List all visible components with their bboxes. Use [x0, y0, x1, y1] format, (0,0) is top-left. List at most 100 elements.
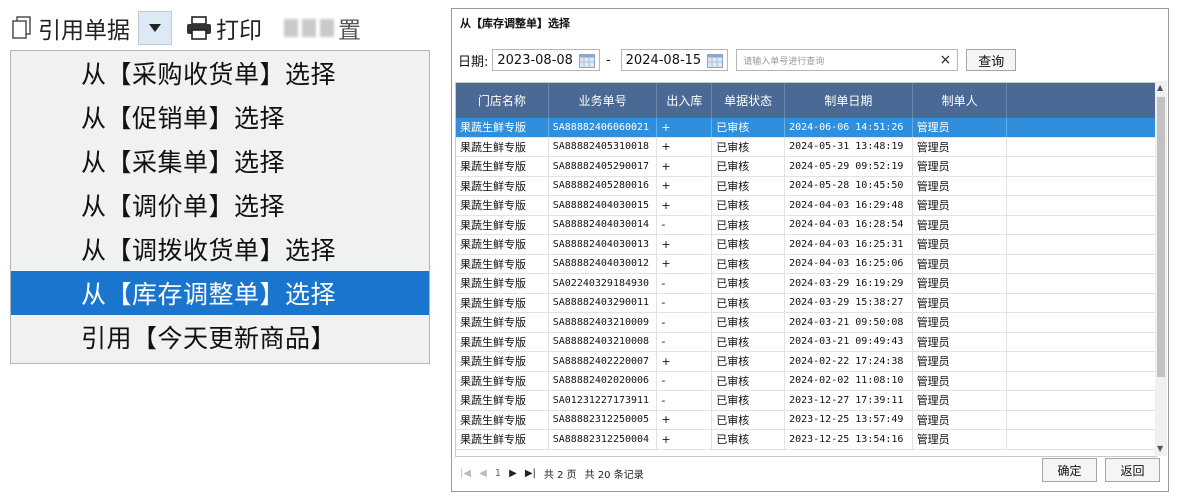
date-separator: - — [605, 52, 611, 68]
table-cell: SA88882404030015 — [549, 196, 658, 215]
menu-item-purchase-receipt[interactable]: 从【采购收货单】选择 — [11, 51, 429, 95]
dialog-title: 从【库存调整单】选择 — [460, 17, 570, 30]
table-cell: 2024-03-29 15:38:27 — [785, 293, 913, 312]
date-from-input[interactable]: 2023-08-08 — [492, 49, 600, 71]
table-row[interactable]: 果蔬生鲜专版 SA88882312250004 + 已审核 2023-12-25 13:… — [456, 430, 1156, 450]
table-cell: 已审核 — [712, 176, 786, 195]
print-button[interactable]: 打印 — [186, 11, 262, 45]
prev-page-button[interactable]: ◀ — [479, 468, 487, 479]
table-cell: + — [657, 235, 713, 254]
blurred-tail-text: 置 — [338, 18, 361, 44]
reference-label: 引用单据 — [38, 18, 130, 44]
scroll-down-icon[interactable]: ▼ — [1157, 445, 1165, 453]
select-dialog: 从【库存调整单】选择 日期: 2023-08-08 - 2024-08-15 请… — [451, 8, 1169, 492]
menu-item-promotion[interactable]: 从【促销单】选择 — [11, 95, 429, 139]
table-row[interactable]: 果蔬生鲜专版 SA88882405310018 + 已审核 2024-05-31 13:… — [456, 137, 1156, 157]
table-cell: 已审核 — [712, 293, 786, 312]
next-page-button[interactable]: ▶ — [509, 468, 517, 479]
table-cell: 2024-05-28 10:45:50 — [785, 176, 913, 195]
table-cell: 管理员 — [913, 254, 1008, 273]
menu-item-today-updated-goods[interactable]: 引用【今天更新商品】 — [11, 315, 429, 359]
table-cell: + — [657, 196, 713, 215]
table-row[interactable]: 果蔬生鲜专版 SA88882404030013 + 已审核 2024-04-03 16:… — [456, 235, 1156, 255]
table-cell: 已审核 — [712, 215, 786, 234]
clear-icon[interactable]: × — [939, 52, 951, 68]
document-copy-icon — [12, 16, 31, 39]
table-cell: 2024-05-29 09:52:19 — [785, 157, 913, 176]
table-row[interactable]: 果蔬生鲜专版 SA88882406060021 + 已审核 2024-06-06 14:… — [456, 118, 1156, 138]
table-cell: 已审核 — [712, 352, 786, 371]
table-cell: 管理员 — [913, 352, 1008, 371]
table-cell: + — [657, 137, 713, 156]
table-row[interactable]: 果蔬生鲜专版 SA88882404030015 + 已审核 2024-04-03 16:… — [456, 196, 1156, 216]
table-row[interactable]: 果蔬生鲜专版 SA88882405290017 + 已审核 2024-05-29 09:… — [456, 157, 1156, 177]
table-cell-empty — [1007, 254, 1156, 273]
table-cell: 果蔬生鲜专版 — [456, 293, 549, 312]
first-page-button[interactable]: |◀ — [460, 468, 471, 479]
table-row[interactable]: 果蔬生鲜专版 SA88882405280016 + 已审核 2024-05-28 10:… — [456, 176, 1156, 196]
back-button[interactable]: 返回 — [1105, 458, 1160, 482]
table-cell: 已审核 — [712, 332, 786, 351]
ok-button[interactable]: 确定 — [1042, 458, 1097, 482]
column-header[interactable]: 出入库 — [657, 83, 713, 118]
table-cell: 2023-12-27 17:39:11 — [785, 391, 913, 410]
order-search-input[interactable]: 请输入单号进行查询 × — [736, 49, 959, 71]
table-row[interactable]: 果蔬生鲜专版 SA88882404030014- 已审核 2024-04-03 16:… — [456, 215, 1156, 235]
toolbar: 引用单据 打印 置 — [8, 6, 438, 50]
menu-item-stock-adjustment[interactable]: 从【库存调整单】选择 — [11, 271, 429, 315]
date-to-input[interactable]: 2024-08-15 — [620, 49, 729, 71]
column-header[interactable]: 业务单号 — [549, 83, 658, 118]
table-row[interactable]: 果蔬生鲜专版 SA88882403210008- 已审核 2024-03-21 09:… — [456, 332, 1156, 352]
dropdown-toggle[interactable] — [138, 11, 172, 45]
table-cell: 已审核 — [712, 371, 786, 390]
table-cell: 2024-03-21 09:49:43 — [785, 332, 913, 351]
menu-item-collection[interactable]: 从【采集单】选择 — [11, 139, 429, 183]
column-header[interactable]: 门店名称 — [456, 83, 549, 118]
table-cell: SA88882404030013 — [549, 235, 658, 254]
table-cell: SA02240329184930 — [549, 274, 658, 293]
table-cell: 已审核 — [712, 410, 786, 429]
query-button[interactable]: 查询 — [966, 49, 1017, 71]
table-cell: 管理员 — [913, 293, 1008, 312]
table-cell: 2024-02-02 11:08:10 — [785, 371, 913, 390]
table-cell: 果蔬生鲜专版 — [456, 332, 549, 351]
table-cell: 2024-03-21 09:50:08 — [785, 313, 913, 332]
table-cell: 果蔬生鲜专版 — [456, 235, 549, 254]
table-row[interactable]: 果蔬生鲜专版 SA88882402220007 + 已审核 2024-02-22 17:… — [456, 352, 1156, 372]
calendar-icon[interactable] — [707, 53, 724, 68]
table-row[interactable]: 果蔬生鲜专版 SA88882403210009- 已审核 2024-03-21 09:… — [456, 313, 1156, 333]
table-cell: 2024-06-06 14:51:26 — [785, 118, 913, 137]
menu-item-transfer-receipt[interactable]: 从【调拨收货单】选择 — [11, 227, 429, 271]
table-cell: 管理员 — [913, 391, 1008, 410]
table-cell: + — [657, 118, 713, 137]
column-header[interactable]: 制单人 — [913, 83, 1008, 118]
column-header[interactable]: 单据状态 — [712, 83, 786, 118]
table-cell: + — [657, 157, 713, 176]
date-label: 日期: — [458, 54, 489, 70]
column-header — [1007, 83, 1156, 118]
menu-item-price-adjustment[interactable]: 从【调价单】选择 — [11, 183, 429, 227]
table-row[interactable]: 果蔬生鲜专版 SA88882404030012 + 已审核 2024-04-03 16:… — [456, 254, 1156, 274]
date-from-value: 2023-08-08 — [497, 52, 573, 68]
scrollbar-thumb[interactable] — [1157, 97, 1165, 377]
last-page-button[interactable]: ▶| — [525, 468, 536, 479]
table-body: 果蔬生鲜专版 SA88882406060021 + 已审核 2024-06-06 14:… — [456, 118, 1156, 450]
table-row[interactable]: 果蔬生鲜专版 SA88882402020006- 已审核 2024-02-02 11:… — [456, 371, 1156, 391]
table-cell-empty — [1007, 313, 1156, 332]
table-row[interactable]: 果蔬生鲜专版 SA02240329184930- 已审核 2024-03-29 16:… — [456, 274, 1156, 294]
table-row[interactable]: 果蔬生鲜专版 SA01231227173911- 已审核 2023-12-27 17:… — [456, 391, 1156, 411]
table-cell: SA88882403290011 — [549, 293, 658, 312]
table-cell: 2023-12-25 13:57:49 — [785, 410, 913, 429]
current-page: 1 — [494, 467, 502, 479]
table-row[interactable]: 果蔬生鲜专版 SA88882312250005 + 已审核 2023-12-25 13:… — [456, 410, 1156, 430]
document-table: 门店名称 业务单号 出入库 单据状态 制单日期 制单人 果蔬生鲜专版 SA8888… — [455, 82, 1157, 457]
table-cell: SA88882405280016 — [549, 176, 658, 195]
table-cell-empty — [1007, 430, 1156, 449]
table-row[interactable]: 果蔬生鲜专版 SA88882403290011- 已审核 2024-03-29 15:… — [456, 293, 1156, 313]
scroll-up-icon[interactable]: ▲ — [1157, 84, 1165, 92]
column-header[interactable]: 制单日期 — [785, 83, 913, 118]
table-cell: 管理员 — [913, 118, 1008, 137]
table-scrollbar[interactable]: ▲ ▼ — [1155, 81, 1167, 456]
reference-document-button[interactable]: 引用单据 — [8, 6, 134, 50]
calendar-icon[interactable] — [578, 53, 595, 68]
